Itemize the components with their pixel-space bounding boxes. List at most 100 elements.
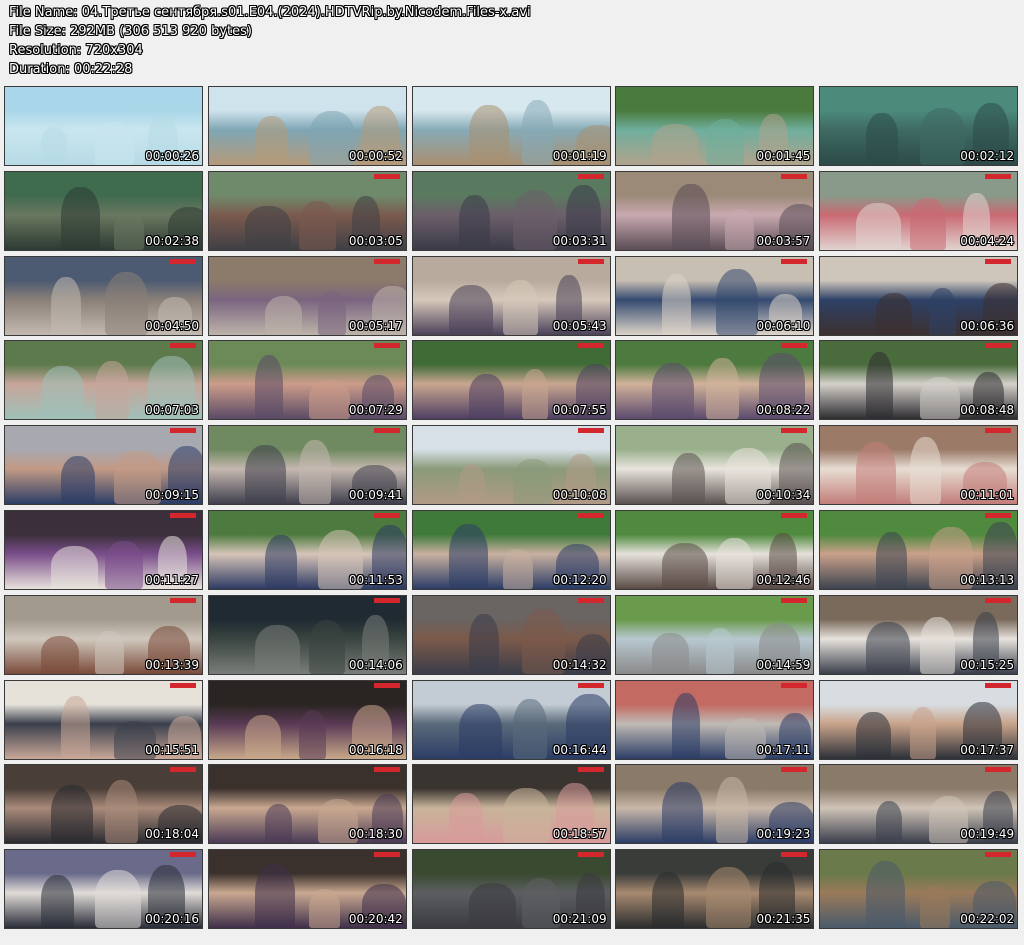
timestamp: 00:12:20 — [552, 572, 607, 587]
video-thumbnail: 00:05:43 — [411, 255, 611, 336]
video-thumbnail: 00:21:09 — [411, 849, 611, 930]
channel-logo — [781, 767, 808, 773]
timestamp: 00:01:19 — [552, 149, 607, 163]
channel-logo — [170, 428, 196, 434]
scene-figure — [866, 621, 911, 674]
scene-figure — [105, 780, 138, 844]
timestamp: 00:02:38 — [145, 233, 199, 248]
scene-figure — [308, 619, 345, 674]
video-thumbnail: 00:16:18 — [207, 679, 407, 760]
timestamp: 00:07:29 — [348, 403, 403, 418]
scene-figure — [264, 804, 292, 844]
file-size: File Size: 292MB (306 513 920 bytes) — [9, 24, 252, 39]
timestamp: 00:19:23 — [756, 827, 811, 842]
scene-figure — [502, 279, 538, 335]
video-thumbnail: 00:03:05 — [207, 170, 407, 251]
scene-figure — [41, 635, 79, 674]
scene-figure — [95, 630, 124, 674]
scene-figure — [244, 445, 286, 505]
video-thumbnail: 00:16:44 — [411, 679, 611, 760]
timestamp: 00:13:13 — [960, 572, 1015, 587]
channel-logo — [781, 343, 808, 349]
channel-logo — [170, 597, 196, 603]
video-thumbnail: 00:12:46 — [615, 509, 815, 590]
scene-figure — [244, 205, 291, 250]
timestamp: 00:16:44 — [552, 742, 607, 757]
timestamp: 00:05:17 — [348, 318, 403, 333]
channel-logo — [577, 767, 604, 773]
duration: Duration: 00:22:28 — [9, 62, 133, 77]
scene-figure — [512, 698, 547, 759]
channel-logo — [373, 682, 400, 688]
resolution: Resolution: 720x304 — [9, 43, 143, 58]
scene-figure — [61, 695, 90, 759]
video-thumbnail: 00:13:39 — [4, 594, 203, 675]
scene-figure — [51, 545, 98, 589]
scene-figure — [662, 542, 709, 589]
scene-figure — [51, 276, 81, 335]
scene-figure — [264, 534, 297, 589]
thumbnail-grid: 00:00:26 00:00:52 00:01:19 00:01:45 00:02:12… — [4, 86, 1019, 930]
scene-figure — [264, 295, 302, 335]
timestamp: 00:14:59 — [756, 657, 811, 672]
file-info: File Name: 04.Третье сентября.s01.E04.(2… — [9, 3, 531, 79]
channel-logo — [170, 852, 196, 858]
channel-logo — [373, 767, 400, 773]
video-thumbnail: 00:15:51 — [4, 679, 203, 760]
timestamp: 00:17:11 — [756, 742, 811, 757]
timestamp: 00:08:48 — [960, 403, 1015, 418]
scene-figure — [458, 464, 485, 505]
video-thumbnail: 00:00:26 — [4, 86, 203, 166]
scene-figure — [254, 864, 295, 929]
timestamp: 00:04:50 — [145, 318, 199, 333]
scene-figure — [254, 624, 300, 674]
timestamp: 00:09:15 — [145, 488, 199, 503]
video-thumbnail: 00:20:16 — [4, 849, 203, 930]
scene-figure — [910, 706, 937, 759]
scene-figure — [308, 889, 340, 929]
scene-figure — [866, 861, 906, 929]
channel-logo — [577, 852, 604, 858]
scene-figure — [41, 366, 84, 420]
video-thumbnail: 00:18:57 — [411, 764, 611, 845]
scene-figure — [448, 523, 488, 589]
scene-figure — [856, 442, 897, 505]
scene-figure — [317, 290, 346, 335]
scene-figure — [725, 208, 755, 250]
timestamp: 00:13:39 — [145, 657, 199, 672]
channel-logo — [373, 512, 400, 518]
scene-figure — [41, 875, 74, 929]
scene-figure — [458, 703, 502, 759]
scene-figure — [866, 352, 894, 420]
timestamp: 00:10:08 — [552, 488, 607, 503]
channel-logo — [985, 173, 1012, 179]
timestamp: 00:07:55 — [552, 403, 607, 418]
scene-figure — [468, 105, 509, 165]
video-thumbnail: 00:17:11 — [615, 679, 815, 760]
scene-figure — [308, 380, 350, 420]
channel-logo — [170, 258, 196, 264]
video-thumbnail: 00:19:23 — [615, 764, 815, 845]
channel-logo — [781, 173, 808, 179]
channel-logo — [985, 512, 1012, 518]
video-thumbnail: 00:03:57 — [615, 170, 815, 251]
scene-figure — [41, 127, 67, 165]
channel-logo — [373, 173, 400, 179]
scene-figure — [244, 714, 281, 759]
timestamp: 00:15:25 — [960, 657, 1015, 672]
scene-figure — [468, 883, 516, 929]
scene-figure — [672, 692, 701, 759]
scene-figure — [662, 782, 704, 844]
video-thumbnail: 00:03:31 — [411, 170, 611, 251]
scene-figure — [920, 886, 951, 929]
video-thumbnail: 00:07:03 — [4, 340, 203, 421]
video-thumbnail: 00:22:02 — [819, 849, 1019, 930]
scene-figure — [910, 197, 947, 250]
scene-figure — [298, 709, 326, 759]
channel-logo — [170, 343, 196, 349]
channel-logo — [577, 343, 604, 349]
timestamp: 00:08:22 — [756, 403, 811, 418]
file-name: File Name: 04.Третье сентября.s01.E04.(2… — [9, 5, 531, 20]
scene-figure — [95, 361, 129, 420]
scene-figure — [521, 100, 553, 165]
